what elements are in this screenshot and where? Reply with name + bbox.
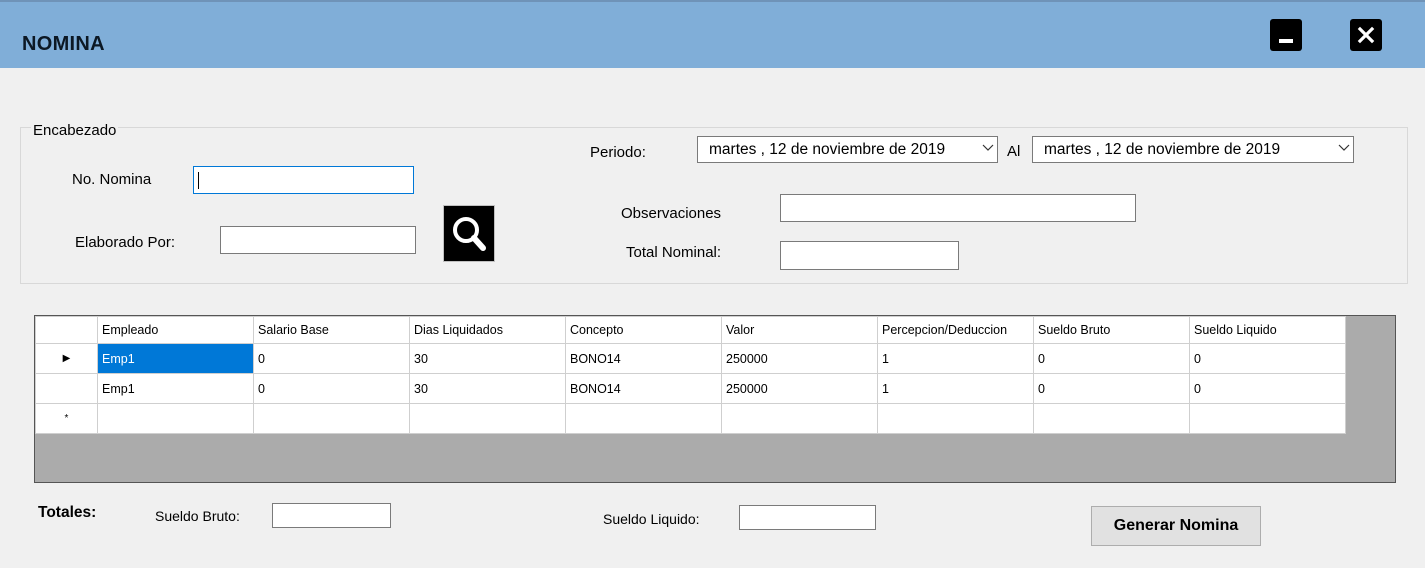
observaciones-input[interactable] [780, 194, 1136, 222]
totales-label: Totales: [38, 504, 97, 521]
current-row-marker[interactable]: ▶ [35, 343, 98, 374]
close-icon [1357, 26, 1375, 44]
table-cell[interactable]: 1 [877, 343, 1034, 374]
nomina-table: Empleado Salario Base Dias Liquidados Co… [35, 316, 1346, 434]
minimize-button[interactable] [1270, 19, 1302, 51]
column-header[interactable]: Dias Liquidados [409, 316, 566, 344]
chevron-down-icon[interactable] [1335, 137, 1353, 162]
table-cell[interactable]: 30 [409, 373, 566, 404]
table-cell[interactable] [877, 403, 1034, 434]
generar-nomina-button[interactable]: Generar Nomina [1091, 506, 1261, 546]
encabezado-legend: Encabezado [31, 122, 119, 139]
window-title: NOMINA [22, 33, 105, 55]
table-cell[interactable]: 0 [253, 343, 410, 374]
observaciones-label: Observaciones [621, 205, 722, 222]
periodo-label: Periodo: [590, 144, 646, 161]
total-nominal-input[interactable] [780, 241, 959, 270]
table-cell[interactable]: Emp1 [97, 343, 254, 374]
table-cell[interactable]: 0 [1189, 373, 1346, 404]
column-header[interactable]: Concepto [565, 316, 722, 344]
close-button[interactable] [1350, 19, 1382, 51]
table-cell[interactable]: 1 [877, 373, 1034, 404]
sueldo-bruto-label: Sueldo Bruto: [155, 508, 240, 524]
no-nomina-label: No. Nomina [72, 171, 152, 188]
nomina-grid[interactable]: Empleado Salario Base Dias Liquidados Co… [34, 315, 1396, 483]
table-row[interactable]: Emp1 0 30 BONO14 250000 1 0 0 [35, 373, 1346, 404]
column-header[interactable]: Sueldo Liquido [1189, 316, 1346, 344]
elaborado-por-label: Elaborado Por: [75, 234, 176, 251]
search-button[interactable] [443, 205, 495, 262]
elaborado-por-input[interactable] [220, 226, 416, 254]
row-header-corner[interactable] [35, 316, 98, 344]
chevron-down-icon[interactable] [979, 137, 997, 162]
table-header-row: Empleado Salario Base Dias Liquidados Co… [35, 316, 1346, 344]
table-cell[interactable] [97, 403, 254, 434]
table-cell[interactable] [409, 403, 566, 434]
table-cell[interactable]: 0 [1033, 343, 1190, 374]
row-header[interactable] [35, 373, 98, 404]
table-cell[interactable] [1189, 403, 1346, 434]
new-row[interactable]: * [35, 403, 1346, 434]
table-cell[interactable] [565, 403, 722, 434]
periodo-from-picker[interactable]: martes , 12 de noviembre de 2019 [697, 136, 998, 163]
table-cell[interactable]: BONO14 [565, 343, 722, 374]
text-caret [198, 172, 199, 189]
no-nomina-input[interactable] [193, 166, 414, 194]
table-cell[interactable] [721, 403, 878, 434]
periodo-to-value: martes , 12 de noviembre de 2019 [1044, 141, 1281, 158]
search-icon [453, 217, 486, 251]
table-row[interactable]: ▶ Emp1 0 30 BONO14 250000 1 0 0 [35, 343, 1346, 374]
table-cell[interactable]: 0 [1189, 343, 1346, 374]
column-header[interactable]: Valor [721, 316, 878, 344]
table-cell[interactable]: 250000 [721, 373, 878, 404]
sueldo-liquido-label: Sueldo Liquido: [603, 511, 700, 527]
table-cell[interactable]: 250000 [721, 343, 878, 374]
table-cell[interactable]: Emp1 [97, 373, 254, 404]
table-cell[interactable]: 30 [409, 343, 566, 374]
column-header[interactable]: Empleado [97, 316, 254, 344]
periodo-from-value: martes , 12 de noviembre de 2019 [709, 141, 946, 158]
column-header[interactable]: Percepcion/Deduccion [877, 316, 1034, 344]
title-bar: NOMINA [0, 0, 1425, 68]
total-nominal-label: Total Nominal: [626, 244, 722, 261]
column-header[interactable]: Sueldo Bruto [1033, 316, 1190, 344]
periodo-to-picker[interactable]: martes , 12 de noviembre de 2019 [1032, 136, 1354, 163]
sueldo-liquido-input[interactable] [739, 505, 876, 530]
table-cell[interactable]: 0 [1033, 373, 1190, 404]
table-cell[interactable] [1033, 403, 1190, 434]
table-cell[interactable]: BONO14 [565, 373, 722, 404]
table-cell[interactable] [253, 403, 410, 434]
column-header[interactable]: Salario Base [253, 316, 410, 344]
table-cell[interactable]: 0 [253, 373, 410, 404]
minimize-icon [1279, 39, 1293, 43]
al-label: Al [1007, 143, 1021, 160]
new-row-marker[interactable]: * [35, 403, 98, 434]
sueldo-bruto-input[interactable] [272, 503, 391, 528]
